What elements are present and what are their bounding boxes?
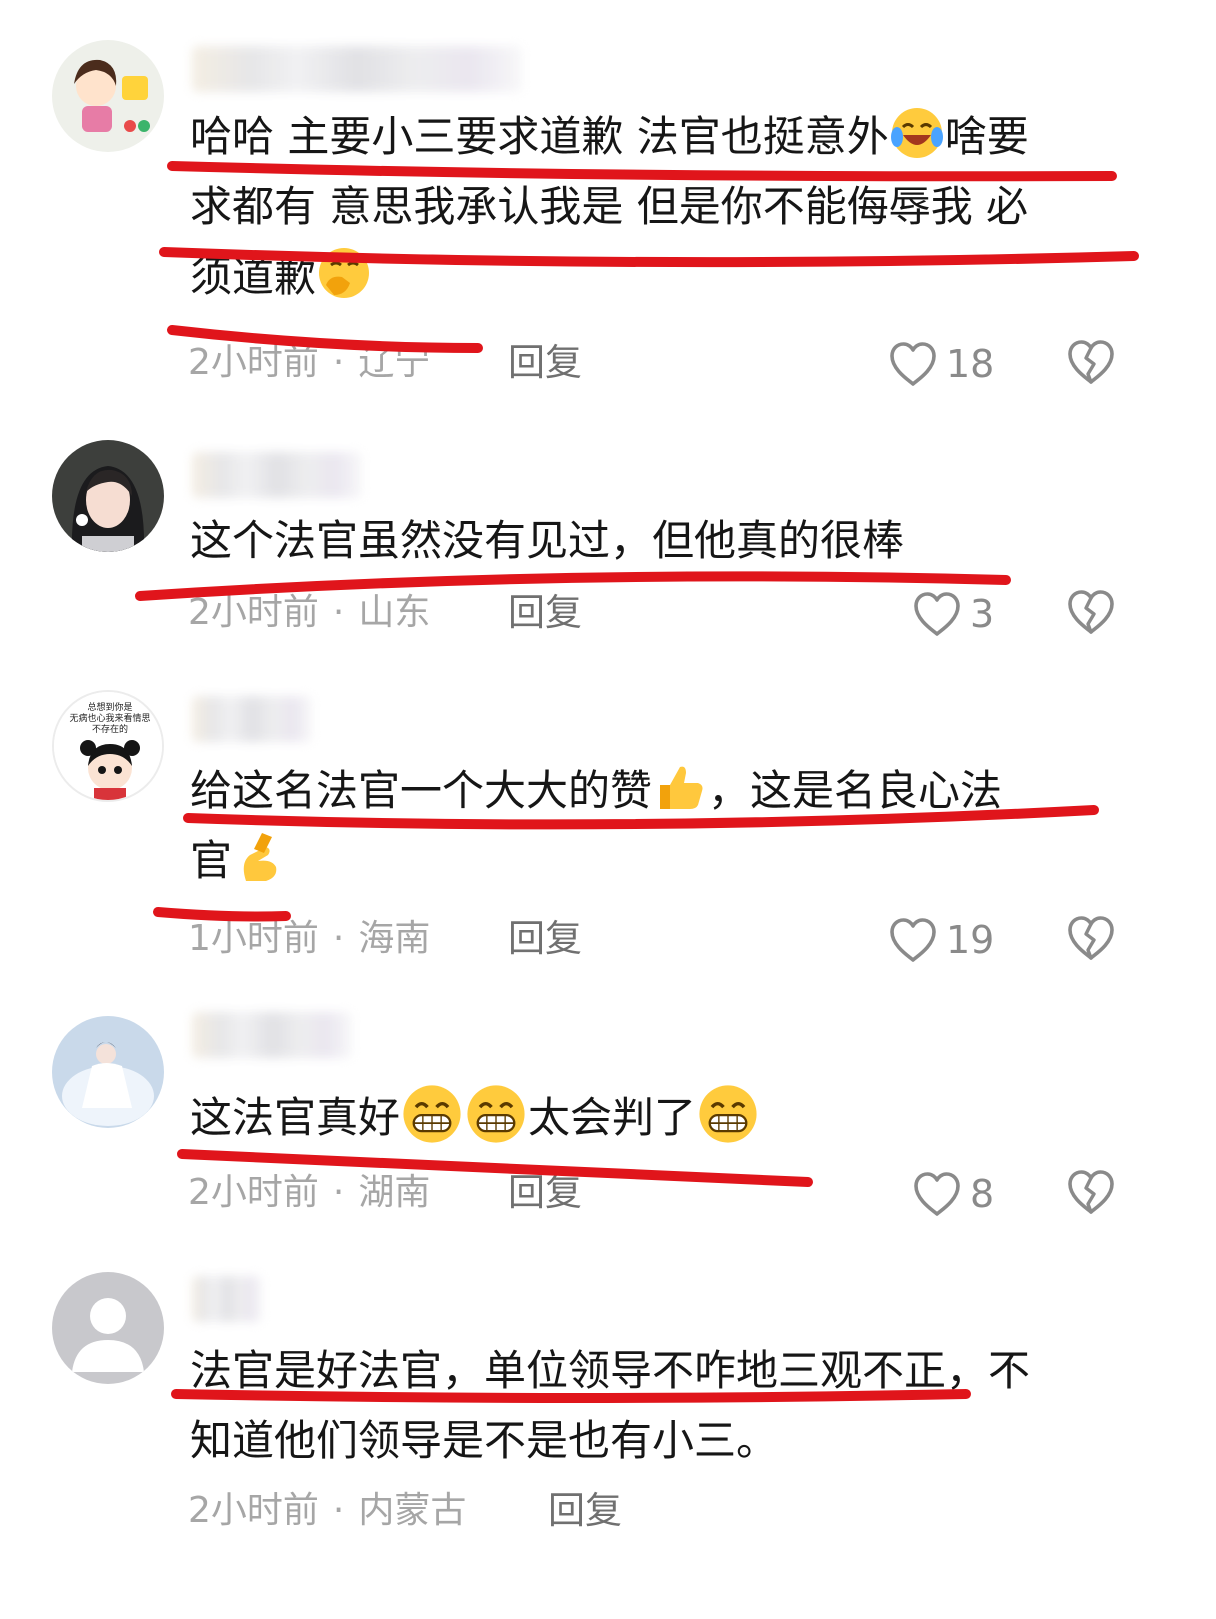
location: 海南 [358, 918, 431, 959]
reply-button[interactable]: 回复 [508, 588, 582, 638]
reply-button[interactable]: 回复 [508, 914, 582, 964]
location: 辽宁 [358, 342, 431, 383]
avatar[interactable] [52, 440, 164, 552]
meta-separator: · [332, 918, 345, 959]
like-button[interactable]: 19 [888, 912, 994, 968]
heart-outline-icon [912, 590, 962, 638]
comment-meta: 2小时前 · 内蒙古 [188, 1486, 466, 1536]
like-button[interactable]: 18 [888, 336, 994, 392]
svg-text:总想到你是: 总想到你是 [87, 701, 132, 713]
svg-text:无病也心我来看情思: 无病也心我来看情思 [69, 712, 150, 724]
broken-heart-icon[interactable] [1064, 586, 1118, 638]
like-button[interactable]: 8 [912, 1166, 994, 1222]
username-blurred[interactable] [192, 696, 312, 742]
location: 湖南 [358, 1172, 431, 1213]
avatar[interactable] [52, 40, 164, 152]
broken-heart-icon[interactable] [1064, 1166, 1118, 1218]
timestamp: 1小时前 [188, 918, 319, 959]
avatar[interactable]: 总想到你是 无病也心我来看情思 不存在的 [52, 690, 164, 802]
comment-text: 法官是好法官，单位领导不咋地三观不正，不 知道他们领导是不是也有小三。 [190, 1346, 1031, 1465]
comment-text: 给这名法官一个大大的赞 ，这是名良心法 官 [190, 756, 1130, 896]
laugh-cry-emoji-icon [889, 105, 945, 161]
username-blurred[interactable] [192, 1276, 262, 1322]
thumbs-up-emoji-icon [652, 759, 708, 815]
meta-separator: · [332, 592, 345, 633]
reply-button[interactable]: 回复 [508, 338, 582, 388]
svg-text:不存在的: 不存在的 [92, 723, 128, 735]
hand-over-mouth-emoji-icon [316, 245, 372, 301]
reply-button[interactable]: 回复 [548, 1486, 622, 1536]
broken-heart-icon[interactable] [1064, 336, 1118, 388]
timestamp: 2小时前 [188, 342, 319, 383]
comment-meta: 2小时前 · 山东 [188, 588, 430, 638]
comment-text: 这法官真好 太会判了 [190, 1082, 1130, 1153]
meta-separator: · [332, 1172, 345, 1213]
grinning-emoji-icon [464, 1082, 528, 1146]
timestamp: 2小时前 [188, 1490, 319, 1531]
comment-text: 这个法官虽然没有见过，但他真的很棒 [190, 516, 905, 565]
meta-separator: · [332, 1490, 345, 1531]
like-count: 8 [970, 1172, 995, 1216]
username-blurred[interactable] [192, 46, 522, 92]
like-button[interactable]: 3 [912, 586, 994, 642]
comment-meta: 2小时前 · 湖南 [188, 1168, 430, 1218]
timestamp: 2小时前 [188, 592, 319, 633]
username-blurred[interactable] [192, 452, 362, 498]
grinning-emoji-icon [400, 1082, 464, 1146]
meta-separator: · [332, 342, 345, 383]
comment-meta: 2小时前 · 辽宁 [188, 338, 430, 388]
default-avatar-icon [52, 1272, 164, 1384]
timestamp: 2小时前 [188, 1172, 319, 1213]
reply-button[interactable]: 回复 [508, 1168, 582, 1218]
finger-heart-emoji-icon [232, 829, 288, 885]
username-blurred[interactable] [192, 1012, 352, 1058]
broken-heart-icon[interactable] [1064, 912, 1118, 964]
avatar[interactable] [52, 1016, 164, 1128]
location: 山东 [358, 592, 431, 633]
location: 内蒙古 [358, 1490, 467, 1531]
grinning-emoji-icon [696, 1082, 760, 1146]
heart-outline-icon [912, 1170, 962, 1218]
heart-outline-icon [888, 340, 938, 388]
like-count: 18 [946, 342, 995, 386]
comment-text: 哈哈 主要小三要求道歉 法官也挺意外 啥要 求都有 意思我承认我是 但是你不能侮辱… [190, 102, 1130, 312]
comment-meta: 1小时前 · 海南 [188, 914, 430, 964]
avatar[interactable] [52, 1272, 164, 1384]
like-count: 19 [946, 918, 995, 962]
heart-outline-icon [888, 916, 938, 964]
like-count: 3 [970, 592, 995, 636]
